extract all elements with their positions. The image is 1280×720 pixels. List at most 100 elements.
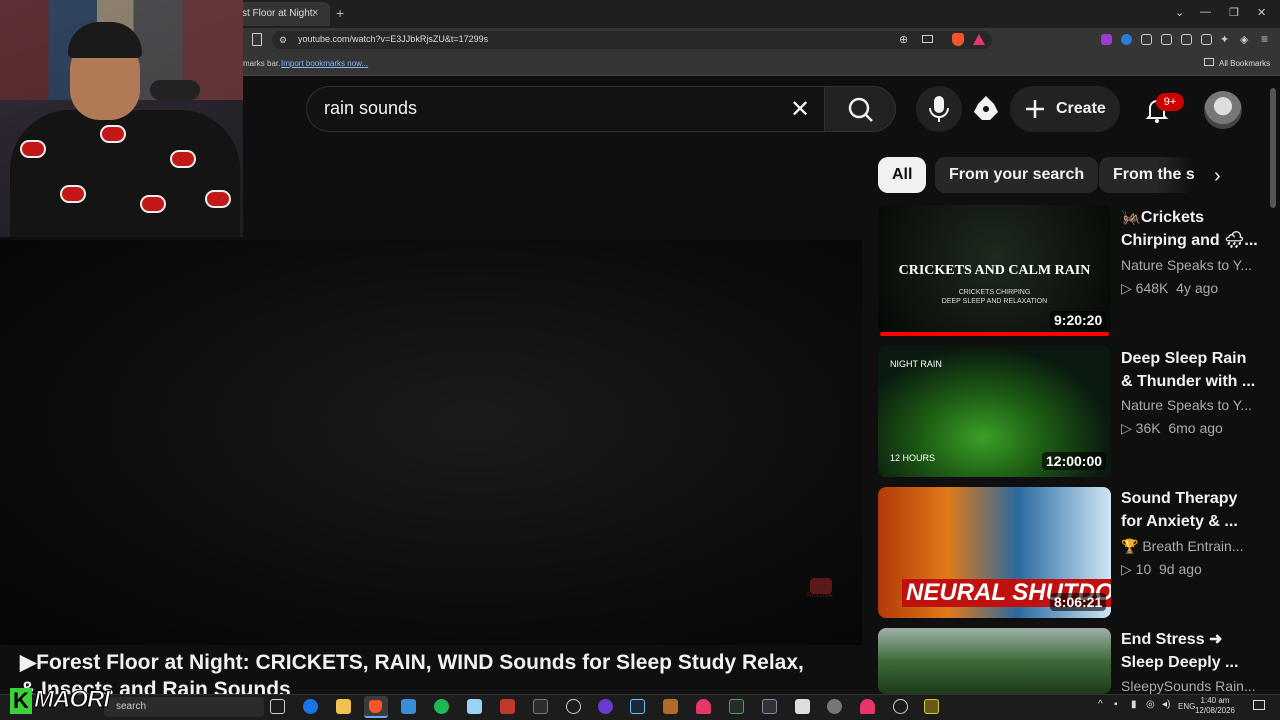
app-icon[interactable] (860, 699, 875, 714)
task-view-icon[interactable] (270, 699, 285, 714)
cloud-pattern (20, 140, 46, 158)
related-title[interactable]: Sound Therapy for Anxiety & ... (1121, 487, 1261, 533)
tray-icon[interactable]: ▪ (1114, 699, 1118, 710)
thumb-subtext: DEEP SLEEP AND RELAXATION (941, 298, 1048, 305)
webcam-overlay (0, 0, 243, 237)
taskbar-clock[interactable]: 1:40 am 12/08/2026 (1192, 696, 1238, 716)
channel-watermark-icon[interactable] (810, 578, 832, 594)
related-channel[interactable]: Nature Speaks to Y... (1121, 257, 1252, 273)
edge-icon[interactable] (303, 699, 318, 714)
ai-sparkle-icon[interactable] (970, 92, 1002, 126)
app-icon[interactable] (566, 699, 581, 714)
extension-icon[interactable] (1121, 34, 1132, 45)
taskbar-search-text[interactable]: search (116, 701, 146, 712)
cloud-pattern (140, 195, 166, 213)
brave-rewards-icon[interactable] (973, 34, 985, 45)
streamer-logo-text: MAORI (34, 686, 111, 714)
app-icon[interactable] (827, 699, 842, 714)
streamer-logo-k: K (10, 688, 32, 714)
app-icon[interactable] (762, 699, 777, 714)
duration-badge: 12:00:00 (1042, 452, 1107, 470)
bookmark-icon[interactable] (252, 33, 262, 46)
voice-search-button[interactable] (916, 86, 962, 132)
new-tab-button[interactable]: + (336, 5, 344, 21)
notification-center-icon[interactable] (1253, 700, 1265, 710)
scrollbar[interactable] (1270, 88, 1276, 208)
wallet-icon[interactable] (1201, 34, 1212, 45)
import-bookmarks-link[interactable]: Import bookmarks now... (281, 59, 368, 68)
related-views: 36K (1135, 420, 1161, 436)
extension-icon[interactable] (1101, 34, 1112, 45)
chip-all[interactable]: All (878, 157, 927, 193)
extensions-puzzle-icon[interactable] (1141, 34, 1152, 45)
epic-games-icon[interactable] (533, 699, 548, 714)
app-icon[interactable] (500, 699, 515, 714)
related-age: 9d ago (1159, 561, 1202, 577)
chip-from-your-search[interactable]: From your search (935, 157, 1099, 193)
plus-icon (1026, 100, 1044, 118)
file-explorer-icon[interactable] (336, 699, 351, 714)
microphone-icon (929, 96, 949, 122)
restore-button[interactable]: ❐ (1229, 6, 1239, 19)
all-bookmarks-button[interactable]: All Bookmarks (1219, 59, 1270, 68)
related-title[interactable]: End Stress ➜ Sleep Deeply ... (1121, 628, 1261, 674)
site-info-icon[interactable]: ⚙ (279, 35, 287, 46)
tray-overflow-icon[interactable]: ^ (1098, 699, 1103, 710)
bookmarks-bar-text: marks bar. (243, 59, 281, 68)
extension-icon[interactable] (1161, 34, 1172, 45)
settings-icon[interactable] (893, 699, 908, 714)
app-icon[interactable] (467, 699, 482, 714)
zoom-icon[interactable]: ⊕ (899, 33, 908, 46)
leo-ai-icon[interactable]: ✦ (1220, 33, 1229, 46)
spotify-icon[interactable] (434, 699, 449, 714)
brave-shield-icon[interactable] (952, 33, 964, 46)
search-button[interactable] (824, 86, 896, 132)
related-title[interactable]: 🦗Crickets Chirping and 🌧... (1121, 206, 1261, 252)
related-thumbnail[interactable]: NIGHT RAIN 12 HOURS 12:00:00 (878, 346, 1111, 477)
thumb-subtext: CRICKETS CHIRPING (958, 289, 1031, 296)
brave-icon (369, 700, 382, 713)
close-window-button[interactable]: ✕ (1257, 6, 1266, 19)
cast-icon[interactable] (922, 35, 933, 43)
vpn-icon[interactable]: ◈ (1240, 33, 1248, 46)
sidebar-icon[interactable] (1181, 34, 1192, 45)
app-icon[interactable] (663, 699, 678, 714)
url-text[interactable]: youtube.com/watch?v=E3JJbkRjsZU&t=17299s (298, 34, 488, 44)
related-views: 10 (1135, 561, 1152, 577)
related-thumbnail[interactable] (878, 628, 1111, 694)
minimize-button[interactable]: — (1200, 6, 1211, 18)
network-icon[interactable]: ◎ (1146, 699, 1155, 710)
streamer-microphone (150, 80, 200, 100)
watch-progress-bar (880, 332, 1109, 336)
app-icon[interactable] (924, 699, 939, 714)
menu-icon[interactable]: ≡ (1261, 32, 1268, 46)
clear-search-icon[interactable]: ✕ (790, 95, 810, 124)
steam-icon[interactable] (630, 699, 645, 714)
search-icon (848, 97, 873, 122)
related-channel[interactable]: 🏆 Breath Entrain... (1121, 538, 1244, 555)
store-icon[interactable] (401, 699, 416, 714)
thumb-text: NIGHT RAIN (890, 359, 942, 369)
related-title[interactable]: Deep Sleep Rain & Thunder with ... (1121, 347, 1261, 393)
related-views: 648K (1135, 280, 1169, 296)
app-icon[interactable] (729, 699, 744, 714)
chevron-right-icon[interactable]: › (1214, 165, 1221, 188)
watermark-label: Subscribe (806, 593, 833, 599)
video-player[interactable] (0, 240, 862, 645)
search-query[interactable]: rain sounds (324, 98, 417, 119)
play-icon: ▷ (1121, 561, 1136, 577)
related-channel[interactable]: Nature Speaks to Y... (1121, 397, 1252, 413)
avatar[interactable] (1204, 91, 1242, 129)
app-icon[interactable] (696, 699, 711, 714)
related-channel[interactable]: SleepySounds Rain... (1121, 678, 1256, 694)
tab-search-icon[interactable]: ⌄ (1175, 6, 1184, 19)
chip-from-the-series[interactable]: From the s (1099, 157, 1195, 193)
tray-mic-icon[interactable]: ▮ (1131, 699, 1137, 710)
related-thumbnail[interactable]: CRICKETS AND CALM RAIN CRICKETS CHIRPING… (878, 205, 1111, 336)
tab-close-icon[interactable]: × (312, 7, 318, 19)
video-title: ▶Forest Floor at Night: CRICKETS, RAIN, … (20, 651, 804, 674)
app-icon[interactable] (598, 699, 613, 714)
volume-icon[interactable]: ◂) (1162, 699, 1170, 710)
app-icon[interactable] (795, 699, 810, 714)
related-thumbnail[interactable]: NEURAL SHUTDOWN 8:06:21 (878, 487, 1111, 618)
